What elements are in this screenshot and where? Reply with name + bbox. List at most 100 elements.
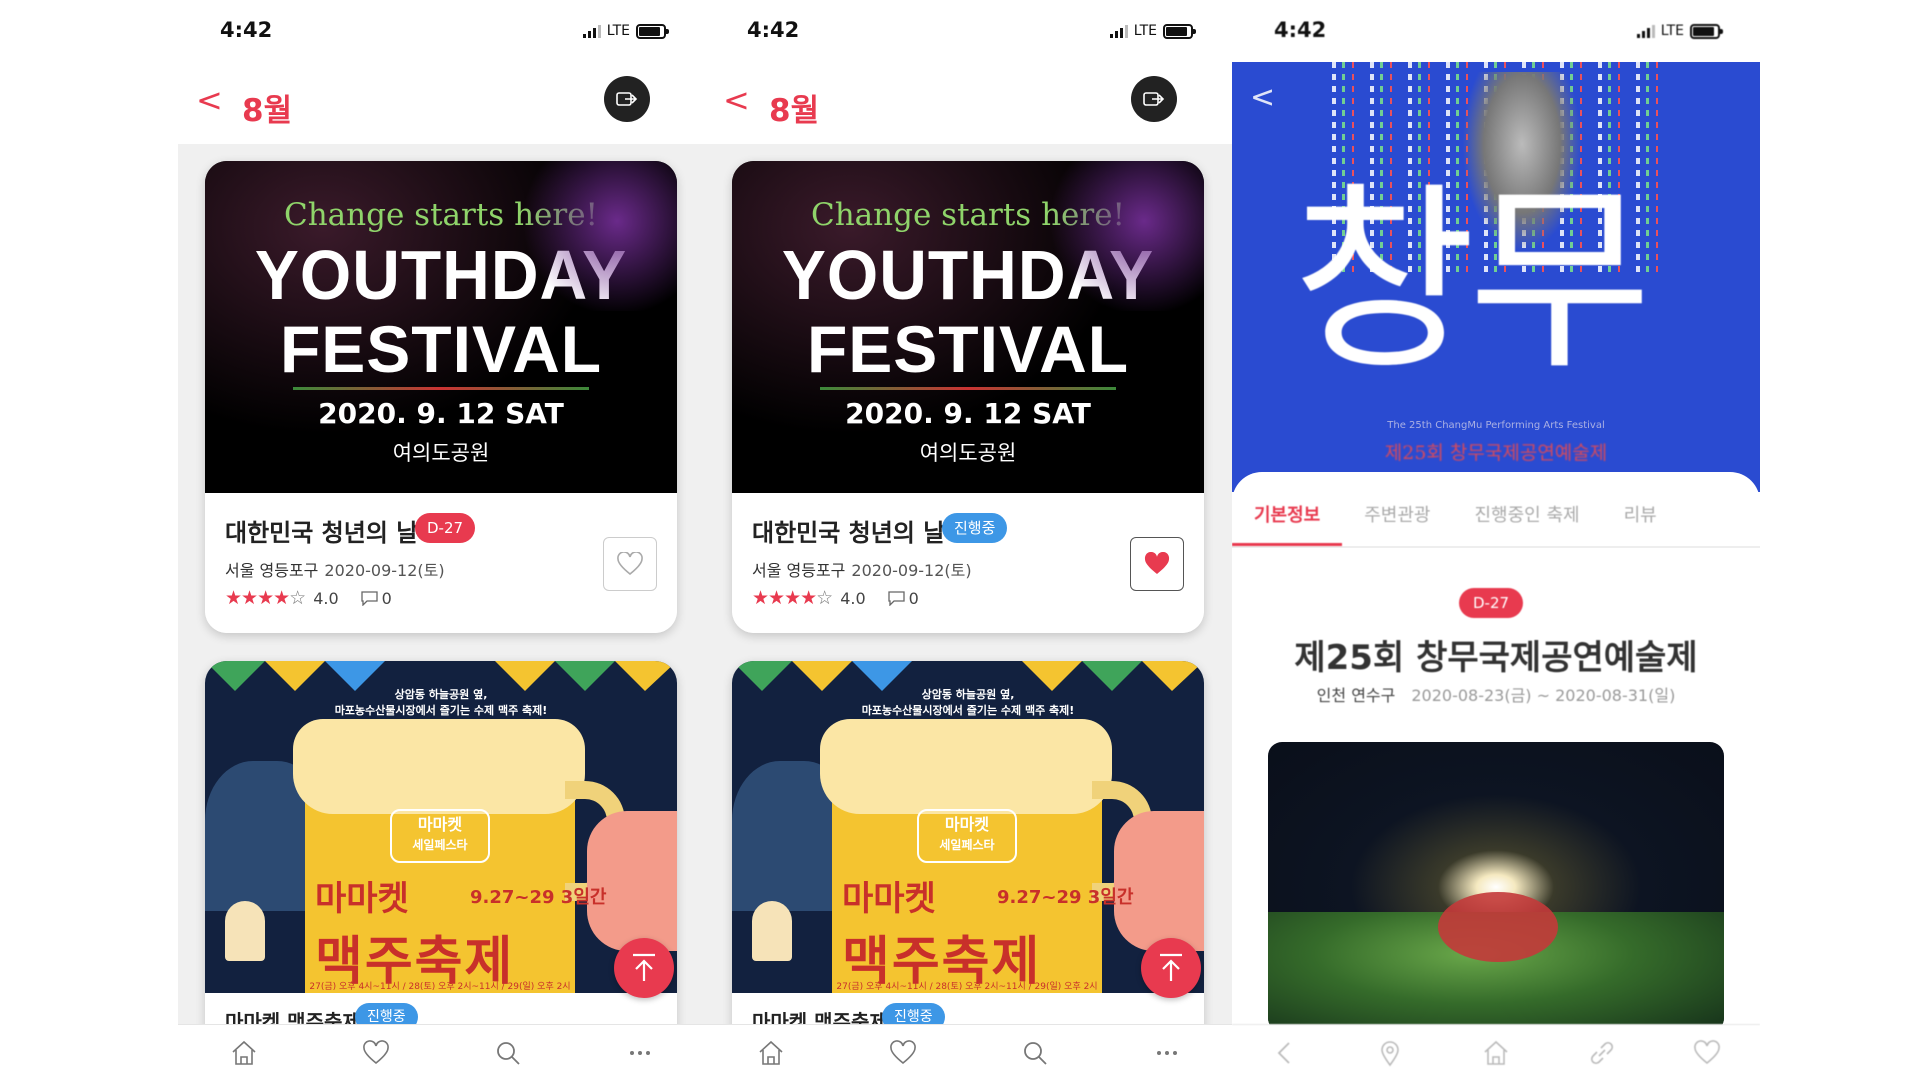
tab-search[interactable] [488, 1033, 528, 1073]
home-button[interactable] [1476, 1033, 1516, 1073]
tab-reviews[interactable]: 리뷰 [1602, 496, 1679, 546]
network-label: LTE [1133, 23, 1157, 39]
heart-icon [363, 1039, 389, 1064]
beer-foam-illustration [293, 719, 585, 814]
heart-icon [1694, 1039, 1720, 1064]
event-poster: Change starts here! YOUTHDAY FESTIVAL 20… [205, 161, 677, 493]
chevron-left-icon [1277, 1041, 1290, 1064]
poster-dates: 9.27~29 3일간 [997, 887, 1134, 908]
poster-logo: 마마켓 세일페스타 [390, 809, 490, 863]
festival-date-range: 2020-08-23(금) ~ 2020-08-31(일) [1411, 686, 1676, 705]
event-list[interactable]: Change starts here! YOUTHDAY FESTIVAL 20… [705, 144, 1233, 1024]
tab-more[interactable] [1147, 1033, 1187, 1073]
event-title: 마마켓 맥주축제 [225, 1010, 361, 1024]
tab-search[interactable] [1015, 1033, 1055, 1073]
back-button[interactable]: < [1250, 80, 1275, 115]
rating-row: ★★★★☆ 4.0 0 [752, 587, 919, 609]
comment-icon [887, 590, 905, 606]
poster-divider [293, 387, 589, 390]
status-bar: 4:42 LTE [178, 0, 706, 62]
tab-nearby-tourism[interactable]: 주변관광 [1342, 496, 1452, 546]
share-button[interactable] [604, 76, 650, 122]
beer-foam-illustration [820, 719, 1112, 814]
comment-count-value: 0 [381, 588, 392, 608]
event-card[interactable]: Change starts here! YOUTHDAY FESTIVAL 20… [205, 161, 677, 633]
network-label: LTE [606, 23, 630, 39]
detail-bottom-bar [1232, 1024, 1760, 1080]
hand-illustration [1114, 811, 1204, 951]
poster-logo-line2: 세일페스타 [939, 838, 995, 852]
bottom-tab-bar [705, 1024, 1233, 1080]
poster-line2: FESTIVAL [806, 312, 1130, 386]
tab-basic-info[interactable]: 기본정보 [1232, 496, 1343, 546]
poster-place: 여의도공원 [919, 441, 1017, 465]
comment-icon [360, 590, 378, 606]
tab-ongoing-festivals[interactable]: 진행중인 축제 [1453, 496, 1602, 546]
poster-top-line2: 마포농수산물시장에서 즐기는 수제 맥주 축제! [334, 704, 548, 717]
event-list[interactable]: Change starts here! YOUTHDAY FESTIVAL 20… [178, 144, 706, 1024]
event-info: 대한민국 청년의 날 D-27 서울 영등포구 2020-09-12(토) ★★★… [205, 493, 677, 633]
scroll-top-button[interactable] [1141, 938, 1201, 998]
tab-home[interactable] [751, 1033, 791, 1073]
poster-footer: 27(금) 오후 4시~11시 / 28(토) 오후 2시~11시 / 29(일… [309, 982, 571, 992]
status-indicators: LTE [582, 23, 669, 39]
poster-logo-line1: 마마켓 [417, 815, 463, 834]
link-button[interactable] [1582, 1033, 1622, 1073]
status-badge: D-27 [1459, 588, 1524, 618]
comment-count: 0 [887, 589, 919, 608]
signal-icon [1636, 24, 1655, 38]
poster-date: 2020. 9. 12 SAT [318, 397, 564, 430]
signal-icon [1109, 24, 1128, 38]
comment-count: 0 [360, 588, 392, 608]
status-badge: 진행중 [355, 1003, 418, 1024]
like-button[interactable] [603, 537, 657, 591]
event-card[interactable]: 상암동 하늘공원 옆, 마포농수산물시장에서 즐기는 수제 맥주 축제! 마마켓 세… [205, 661, 677, 1024]
home-icon [1484, 1040, 1508, 1065]
poster-tagline: Change starts here! [811, 197, 1125, 233]
status-time: 4:42 [220, 18, 273, 42]
poster-subtitle-en: The 25th ChangMu Performing Arts Festiva… [1387, 420, 1605, 431]
event-card[interactable]: Change starts here! YOUTHDAY FESTIVAL 20… [732, 161, 1204, 633]
poster-line1: YOUTHDAY [781, 236, 1155, 314]
heart-icon [890, 1039, 916, 1064]
tab-home[interactable] [224, 1033, 264, 1073]
like-button[interactable] [1130, 537, 1184, 591]
event-poster: Change starts here! YOUTHDAY FESTIVAL 20… [732, 161, 1204, 493]
poster-title: 창무 [1292, 165, 1652, 398]
status-bar: 4:42 LTE [705, 0, 1233, 62]
nav-bar: < 8월 [178, 62, 706, 144]
festival-location: 인천 연수구 [1316, 686, 1396, 705]
poster-line1: YOUTHDAY [254, 236, 628, 314]
photo-performer [1438, 892, 1558, 962]
status-indicators: LTE [1636, 23, 1723, 39]
scroll-top-button[interactable] [614, 938, 674, 998]
bottom-tab-bar [178, 1024, 706, 1080]
home-icon [759, 1040, 783, 1065]
phone-screen-list-liked-off: 4:42 LTE < 8월 Change starts here! YOUTHD… [178, 0, 706, 1080]
event-date: 2020-09-12(토) [851, 561, 972, 580]
tab-favorites[interactable] [883, 1033, 923, 1073]
rating-score: 4.0 [313, 588, 339, 608]
phone-screen-detail: 4:42 LTE 창무 The 25th ChangMu Performing … [1232, 0, 1760, 1080]
back-button[interactable]: < [196, 84, 223, 116]
rating-row: ★★★★☆ 4.0 0 [225, 587, 392, 609]
hero-poster: 창무 The 25th ChangMu Performing Arts Fest… [1232, 62, 1760, 492]
event-date: 2020-09-12(토) [324, 561, 445, 580]
event-title: 마마켓 맥주축제 [752, 1010, 888, 1024]
poster-brand: 마마켓 [315, 879, 409, 919]
poster-top-text: 상암동 하늘공원 옆, 마포농수산물시장에서 즐기는 수제 맥주 축제! [205, 687, 677, 719]
festival-photo[interactable] [1268, 742, 1724, 1032]
tab-favorites[interactable] [356, 1033, 396, 1073]
share-button[interactable] [1131, 76, 1177, 122]
event-card[interactable]: 상암동 하늘공원 옆, 마포농수산물시장에서 즐기는 수제 맥주 축제! 마마켓 세… [732, 661, 1204, 1024]
poster-date: 2020. 9. 12 SAT [845, 397, 1091, 430]
prev-button[interactable] [1265, 1033, 1305, 1073]
back-button[interactable]: < [723, 84, 750, 116]
event-poster: 상암동 하늘공원 옆, 마포농수산물시장에서 즐기는 수제 맥주 축제! 마마켓 세… [205, 661, 677, 993]
signal-icon [582, 24, 601, 38]
event-location: 서울 영등포구 [225, 561, 319, 580]
tab-more[interactable] [620, 1033, 660, 1073]
favorite-button[interactable] [1687, 1033, 1727, 1073]
map-button[interactable] [1370, 1033, 1410, 1073]
poster-brand: 마마켓 [842, 879, 936, 919]
